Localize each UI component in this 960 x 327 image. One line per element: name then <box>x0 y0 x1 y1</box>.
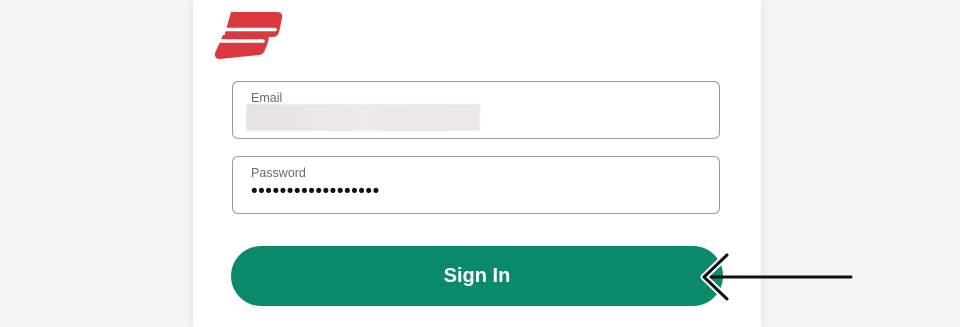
password-field[interactable]: Password •••••••••••••••••• <box>232 156 720 214</box>
email-field[interactable]: Email <box>232 81 720 139</box>
password-value: •••••••••••••••••• <box>251 181 380 202</box>
sign-in-button[interactable]: Sign In <box>231 246 723 306</box>
email-label: Email <box>251 91 283 105</box>
password-label: Password <box>251 166 306 180</box>
arrow-left-icon <box>700 251 853 303</box>
login-page: Email Password •••••••••••••••••• Sign I… <box>0 0 960 327</box>
email-value-blurred <box>246 104 480 131</box>
expressvpn-logo-icon <box>214 12 283 59</box>
